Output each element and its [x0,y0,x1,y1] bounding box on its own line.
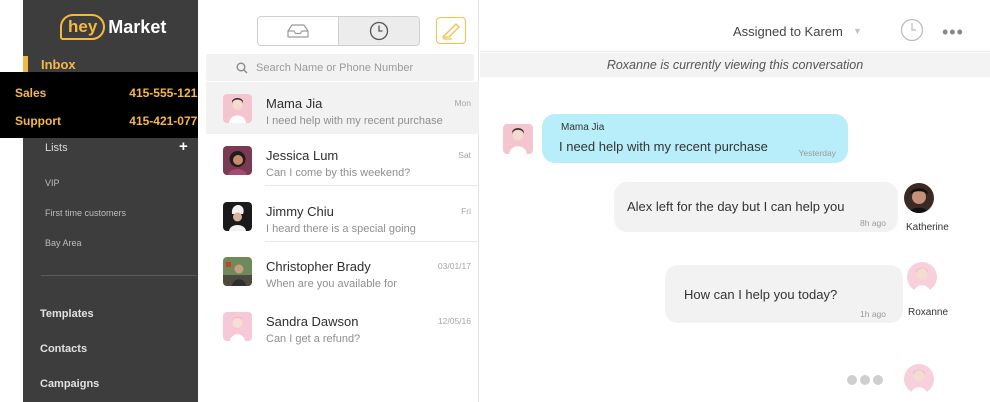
message-bubble-inbound[interactable]: Mama Jia I need help with my recent purc… [542,114,848,163]
heymarket-logo[interactable]: hey Market [60,13,166,41]
sidebar-list-first-time-customers[interactable]: First time customers [45,208,126,218]
message-text: I need help with my recent purchase [559,139,768,154]
logo-market: Market [108,16,167,37]
typing-dot [847,375,857,385]
sidebar-divider [41,275,197,276]
conversation-header: Assigned to Karem ▼ ••• [480,0,990,52]
message-time: 8h ago [860,218,886,228]
more-options-icon[interactable]: ••• [942,22,964,43]
phone-line-name: Support [15,114,61,128]
conversation-row-jessica-lum[interactable]: Jessica Lum Can I come by this weekend? … [206,134,479,186]
avatar [223,257,252,286]
phone-line-support[interactable]: Support 415-421-0771 [0,114,211,134]
snooze-clock-icon[interactable] [900,18,924,42]
phone-line-name: Sales [15,86,47,100]
sidebar-item-campaigns[interactable]: Campaigns [40,378,99,390]
search-icon [236,62,248,74]
conversation-date: 12/05/16 [437,316,471,326]
sidebar-item-templates[interactable]: Templates [40,308,94,320]
inbox-tab[interactable] [258,17,338,45]
assignee-dropdown[interactable]: Assigned to Karem [733,24,843,39]
viewing-notice: Roxanne is currently viewing this conver… [480,53,990,77]
conversation-row-jimmy-chiu[interactable]: Jimmy Chiu I heard there is a special go… [206,190,479,242]
message-text: Alex left for the day but I can help you [627,199,845,214]
conversation-name: Christopher Brady [266,259,371,274]
conversation-preview: Can I get a refund? [266,333,361,345]
conversation-preview: Can I come by this weekend? [266,167,411,179]
message-bubble-outbound[interactable]: How can I help you today? 1h ago [665,265,903,323]
agent-avatar-roxanne [907,262,937,292]
conversation-date: 03/01/17 [437,261,471,271]
customer-avatar [503,124,533,154]
conversation-row-mama-jia[interactable]: Mama Jia I need help with my recent purc… [206,82,479,134]
conversation-preview: I heard there is a special going [266,223,416,235]
conversation-date: Fri [461,206,471,216]
conversation-list: Mama Jia I need help with my recent purc… [198,0,479,402]
sidebar-list-vip[interactable]: VIP [45,178,60,188]
avatar [223,146,252,175]
agent-name: Katherine [906,222,949,233]
sidebar-item-lists[interactable]: Lists [45,142,68,154]
conversation-preview: When are you available for [266,278,397,290]
message-sender: Mama Jia [561,122,605,133]
logo-hey: hey [60,14,106,40]
message-time: Yesterday [798,148,837,158]
add-list-button[interactable]: + [179,138,188,155]
conversation-name: Jimmy Chiu [266,204,334,219]
conversation-row-sandra-dawson[interactable]: Sandra Dawson Can I get a refund? 12/05/… [206,300,479,352]
message-text: How can I help you today? [684,287,838,302]
typing-dot [873,375,883,385]
clock-icon [369,21,389,41]
agent-avatar-katherine [904,183,934,213]
inbox-filter-toggle [257,16,420,46]
sidebar-item-contacts[interactable]: Contacts [40,343,87,355]
row-divider [265,241,479,242]
conversation-row-christopher-brady[interactable]: Christopher Brady When are you available… [206,245,479,297]
avatar [223,94,252,123]
avatar [223,312,252,341]
conversation-date: Sat [458,150,471,160]
conversation-preview: I need help with my recent purchase [266,115,443,127]
row-divider [265,185,479,186]
message-time: 1h ago [860,309,886,319]
conversation-name: Sandra Dawson [266,314,359,329]
search-input[interactable] [256,61,466,74]
agent-name: Roxanne [908,307,949,318]
conversation-date: Mon [454,98,471,108]
compose-icon [442,22,460,40]
conversation-panel: Assigned to Karem ▼ ••• Roxanne is curre… [480,0,990,402]
phone-line-sales[interactable]: Sales 415-555-1212 [0,86,211,106]
typing-dot [860,375,870,385]
sidebar: hey Market Inbox Lists + VIP First time … [23,0,198,402]
sidebar-item-inbox[interactable]: Inbox [41,57,76,72]
search-bar [206,54,474,81]
inbox-tray-icon [287,24,309,38]
compose-button[interactable] [436,17,466,44]
history-tab[interactable] [338,17,419,45]
sidebar-list-bay-area[interactable]: Bay Area [45,238,82,248]
chevron-down-icon[interactable]: ▼ [853,26,862,36]
avatar [223,202,252,231]
message-bubble-outbound[interactable]: Alex left for the day but I can help you… [614,182,898,232]
phone-number-popover: Sales 415-555-1212 Support 415-421-0771 [0,72,211,138]
conversation-name: Mama Jia [266,96,323,111]
typing-indicator [847,375,883,385]
phone-line-number: 415-421-0771 [129,114,204,128]
phone-line-number: 415-555-1212 [129,86,204,100]
active-indicator [23,56,28,72]
typing-agent-avatar [904,364,934,394]
conversation-name: Jessica Lum [266,148,339,163]
